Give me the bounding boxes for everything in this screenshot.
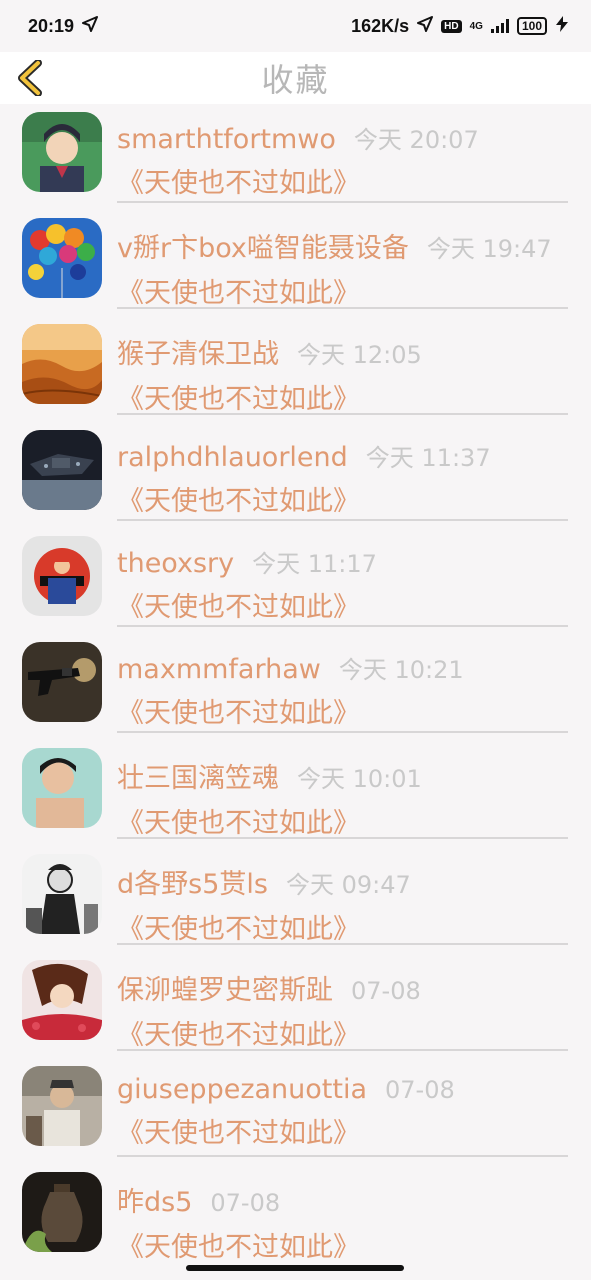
avatar[interactable] [22,112,102,192]
item-name[interactable]: giuseppezanuottia [117,1074,367,1105]
item-name[interactable]: 壮三国漓笠魂 [117,756,279,795]
favorites-list: smarthtfortmwo 今天 20:07 《天使也不过如此》 v掰r卞bo… [0,104,591,1270]
avatar[interactable] [22,642,102,722]
item-text: 壮三国漓笠魂 今天 10:01 《天使也不过如此》 [117,756,569,840]
item-subject[interactable]: 《天使也不过如此》 [117,479,569,518]
avatar[interactable] [22,536,102,616]
item-time: 07-08 [210,1189,281,1217]
item-name[interactable]: v掰r卞box嗌智能聂设备 [117,226,409,265]
item-time: 07-08 [351,977,421,1005]
status-bar: 20:19 162K/s HD 4G 100 [0,0,591,52]
divider [117,201,568,203]
divider [117,625,568,627]
chevron-left-icon [18,59,42,97]
item-name[interactable]: 猴子清保卫战 [117,332,279,371]
list-item[interactable]: giuseppezanuottia 07-08 《天使也不过如此》 [0,1058,591,1164]
item-time: 今天 09:47 [285,871,411,899]
list-item[interactable]: 猴子清保卫战 今天 12:05 《天使也不过如此》 [0,316,591,422]
item-subject[interactable]: 《天使也不过如此》 [117,161,569,200]
home-indicator[interactable] [186,1265,404,1271]
avatar[interactable] [22,748,102,828]
avatar[interactable] [22,324,102,404]
item-subject[interactable]: 《天使也不过如此》 [117,1225,569,1264]
list-item[interactable]: smarthtfortmwo 今天 20:07 《天使也不过如此》 [0,104,591,210]
item-text: 猴子清保卫战 今天 12:05 《天使也不过如此》 [117,332,569,416]
item-name[interactable]: maxmmfarhaw [117,654,321,685]
item-subject[interactable]: 《天使也不过如此》 [117,1013,569,1052]
item-name[interactable]: smarthtfortmwo [117,124,336,155]
back-button[interactable] [14,59,50,97]
divider [117,519,568,521]
item-text: 昨ds5 07-08 《天使也不过如此》 [117,1180,569,1264]
status-time: 20:19 [28,15,75,36]
item-subject[interactable]: 《天使也不过如此》 [117,907,569,946]
item-time: 今天 11:17 [252,550,377,578]
avatar[interactable] [22,218,102,298]
divider [117,837,568,839]
item-subject[interactable]: 《天使也不过如此》 [117,691,569,730]
charging-icon [555,15,569,37]
item-time: 今天 11:37 [365,444,491,472]
status-left: 20:19 [28,15,99,37]
divider [117,731,568,733]
item-text: ralphdhlauorlend 今天 11:37 《天使也不过如此》 [117,438,569,518]
list-item[interactable]: d各野s5贳ls 今天 09:47 《天使也不过如此》 [0,846,591,952]
item-subject[interactable]: 《天使也不过如此》 [117,1111,569,1150]
item-text: giuseppezanuottia 07-08 《天使也不过如此》 [117,1074,569,1150]
location-arrow-icon [82,15,99,37]
item-text: smarthtfortmwo 今天 20:07 《天使也不过如此》 [117,120,569,200]
item-name[interactable]: d各野s5贳ls [117,862,268,901]
item-text: v掰r卞box嗌智能聂设备 今天 19:47 《天使也不过如此》 [117,226,569,310]
avatar[interactable] [22,430,102,510]
item-time: 今天 19:47 [426,235,552,263]
item-time: 今天 20:07 [353,126,479,154]
divider [117,1049,568,1051]
item-subject[interactable]: 《天使也不过如此》 [117,801,569,840]
list-item[interactable]: theoxsry 今天 11:17 《天使也不过如此》 [0,528,591,634]
hd-badge: HD [441,19,462,33]
item-subject[interactable]: 《天使也不过如此》 [117,271,569,310]
divider [117,307,568,309]
divider [117,413,568,415]
location-arrow-icon [417,15,434,37]
item-name[interactable]: 昨ds5 [117,1180,192,1219]
avatar[interactable] [22,1172,102,1252]
item-time: 今天 10:21 [338,656,464,684]
avatar[interactable] [22,854,102,934]
item-name[interactable]: theoxsry [117,548,234,579]
nav-bar: 收藏 [0,52,591,104]
battery-level: 100 [521,19,542,33]
item-subject[interactable]: 《天使也不过如此》 [117,585,569,624]
divider [117,943,568,945]
item-time: 07-08 [385,1076,455,1104]
list-item[interactable]: 壮三国漓笠魂 今天 10:01 《天使也不过如此》 [0,740,591,846]
item-time: 今天 12:05 [297,341,422,369]
item-text: theoxsry 今天 11:17 《天使也不过如此》 [117,544,569,624]
list-item[interactable]: 保泖蝗罗史密斯趾 07-08 《天使也不过如此》 [0,952,591,1058]
item-name[interactable]: 保泖蝗罗史密斯趾 [117,968,333,1007]
list-item[interactable]: v掰r卞box嗌智能聂设备 今天 19:47 《天使也不过如此》 [0,210,591,316]
net-speed: 162K/s [351,15,410,36]
signal-icon [490,19,509,33]
status-right: 162K/s HD 4G 100 [351,15,569,37]
list-item[interactable]: 昨ds5 07-08 《天使也不过如此》 [0,1164,591,1270]
network-type: 4G [469,20,483,32]
list-item[interactable]: maxmmfarhaw 今天 10:21 《天使也不过如此》 [0,634,591,740]
item-text: d各野s5贳ls 今天 09:47 《天使也不过如此》 [117,862,569,946]
battery-icon: 100 [516,17,547,35]
item-text: maxmmfarhaw 今天 10:21 《天使也不过如此》 [117,650,569,730]
item-time: 今天 10:01 [297,765,422,793]
item-name[interactable]: ralphdhlauorlend [117,442,348,473]
list-item[interactable]: ralphdhlauorlend 今天 11:37 《天使也不过如此》 [0,422,591,528]
item-text: 保泖蝗罗史密斯趾 07-08 《天使也不过如此》 [117,968,569,1052]
page-title: 收藏 [261,61,330,99]
avatar[interactable] [22,1066,102,1146]
item-subject[interactable]: 《天使也不过如此》 [117,377,569,416]
avatar[interactable] [22,960,102,1040]
divider [117,1155,568,1157]
